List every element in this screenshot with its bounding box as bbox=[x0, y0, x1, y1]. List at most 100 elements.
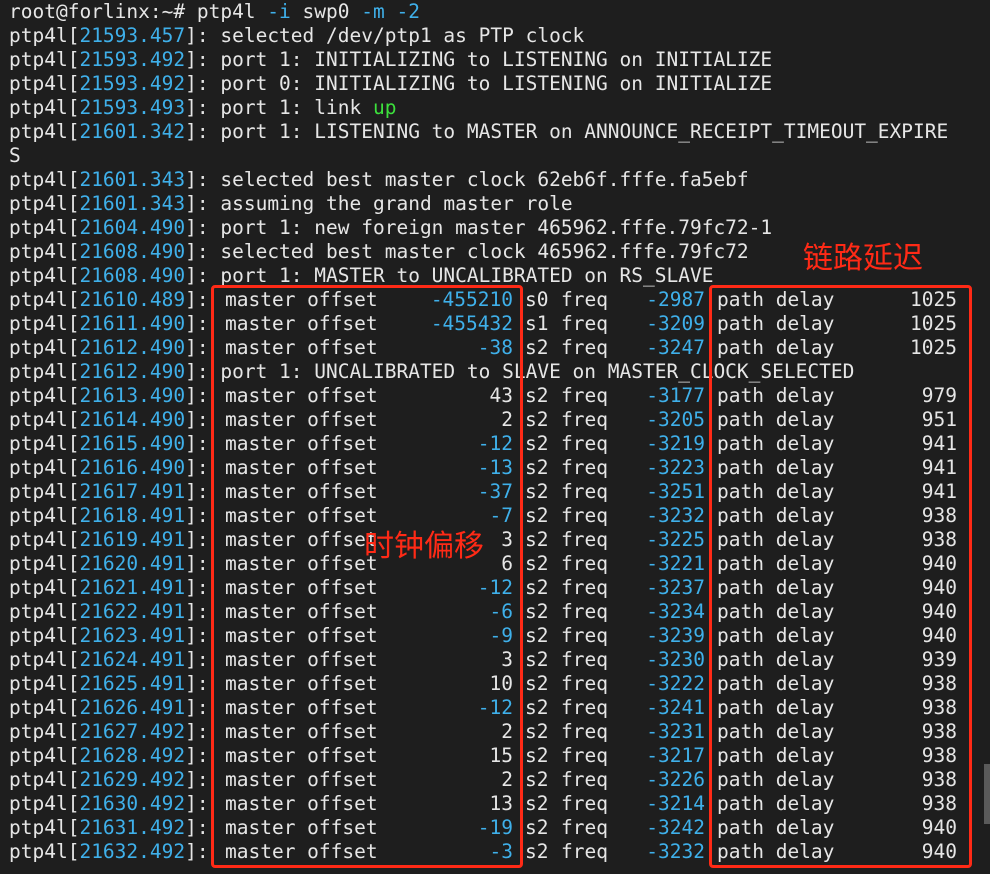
process-name: ptp4l bbox=[9, 840, 68, 863]
freq-label: freq bbox=[561, 336, 608, 359]
timestamp: 21626.491 bbox=[79, 696, 186, 719]
bracket-open: [ bbox=[67, 672, 80, 695]
path-delay-highlight-box bbox=[709, 285, 972, 868]
freq-label: freq bbox=[561, 456, 608, 479]
timestamp: 21617.491 bbox=[79, 480, 186, 503]
process-name: ptp4l bbox=[9, 192, 68, 215]
bracket-open: [ bbox=[67, 720, 80, 743]
freq-value: -3247 bbox=[646, 336, 705, 359]
servo-state: s2 bbox=[525, 504, 549, 527]
log-message: port 1: INITIALIZING to LISTENING on INI… bbox=[220, 48, 773, 71]
freq-label: freq bbox=[561, 384, 608, 407]
process-name: ptp4l bbox=[9, 384, 68, 407]
log-message: selected /dev/ptp1 as PTP clock bbox=[220, 24, 585, 47]
timestamp: 21614.490 bbox=[79, 408, 186, 431]
prompt-argument: -m bbox=[349, 0, 385, 23]
freq-label: freq bbox=[561, 816, 608, 839]
prompt-argument: -i bbox=[255, 0, 291, 23]
freq-label: freq bbox=[561, 696, 608, 719]
bracket-open: [ bbox=[67, 456, 80, 479]
bracket-open: [ bbox=[67, 624, 80, 647]
scrollbar-thumb[interactable] bbox=[984, 764, 990, 824]
bracket-open: [ bbox=[67, 384, 80, 407]
process-name: ptp4l bbox=[9, 432, 68, 455]
servo-state: s2 bbox=[525, 624, 549, 647]
process-name: ptp4l bbox=[9, 720, 68, 743]
freq-label: freq bbox=[561, 504, 608, 527]
timestamp: 21608.490 bbox=[79, 264, 186, 287]
freq-value: -3221 bbox=[646, 552, 705, 575]
freq-value: -3209 bbox=[646, 312, 705, 335]
timestamp: 21625.491 bbox=[79, 672, 186, 695]
freq-value: -3231 bbox=[646, 720, 705, 743]
log-line: ptp4l[21593.492]: port 0: INITIALIZING t… bbox=[9, 72, 984, 96]
timestamp: 21593.457 bbox=[79, 24, 186, 47]
bracket-open: [ bbox=[67, 432, 80, 455]
bracket-open: [ bbox=[67, 336, 80, 359]
freq-label: freq bbox=[561, 528, 608, 551]
servo-state: s2 bbox=[525, 600, 549, 623]
servo-state: s2 bbox=[525, 744, 549, 767]
log-line: ptp4l[21593.457]: selected /dev/ptp1 as … bbox=[9, 24, 984, 48]
freq-value: -3237 bbox=[646, 576, 705, 599]
log-message: selected best master clock 465962.fffe.7… bbox=[220, 240, 749, 263]
freq-value: -3225 bbox=[646, 528, 705, 551]
log-line: ptp4l[21601.343]: assuming the grand mas… bbox=[9, 192, 984, 216]
timestamp: 21621.491 bbox=[79, 576, 186, 599]
bracket-open: [ bbox=[67, 264, 80, 287]
servo-state: s2 bbox=[525, 648, 549, 671]
bracket-open: [ bbox=[67, 312, 80, 335]
servo-state: s2 bbox=[525, 432, 549, 455]
process-name: ptp4l bbox=[9, 576, 68, 599]
timestamp: 21620.491 bbox=[79, 552, 186, 575]
freq-label: freq bbox=[561, 720, 608, 743]
process-name: ptp4l bbox=[9, 528, 68, 551]
bracket-close: ]: bbox=[185, 72, 221, 95]
servo-state: s2 bbox=[525, 552, 549, 575]
freq-value: -3251 bbox=[646, 480, 705, 503]
freq-label: freq bbox=[561, 840, 608, 863]
process-name: ptp4l bbox=[9, 336, 68, 359]
timestamp: 21612.490 bbox=[79, 336, 186, 359]
freq-value: -3232 bbox=[646, 840, 705, 863]
freq-label: freq bbox=[561, 576, 608, 599]
servo-state: s2 bbox=[525, 576, 549, 599]
log-message: assuming the grand master role bbox=[220, 192, 573, 215]
timestamp: 21623.491 bbox=[79, 624, 186, 647]
process-name: ptp4l bbox=[9, 120, 68, 143]
process-name: ptp4l bbox=[9, 48, 68, 71]
timestamp: 21618.491 bbox=[79, 504, 186, 527]
freq-label: freq bbox=[561, 744, 608, 767]
bracket-open: [ bbox=[67, 648, 80, 671]
process-name: ptp4l bbox=[9, 408, 68, 431]
bracket-open: [ bbox=[67, 216, 80, 239]
bracket-open: [ bbox=[67, 792, 80, 815]
process-name: ptp4l bbox=[9, 816, 68, 839]
process-name: ptp4l bbox=[9, 552, 68, 575]
process-name: ptp4l bbox=[9, 744, 68, 767]
bracket-open: [ bbox=[67, 24, 80, 47]
path-delay-annotation: 链路延迟 bbox=[803, 241, 923, 276]
process-name: ptp4l bbox=[9, 696, 68, 719]
bracket-close: ]: bbox=[185, 24, 221, 47]
bracket-close: ]: bbox=[185, 168, 221, 191]
prompt-command: ptp4l bbox=[196, 0, 256, 23]
log-line-wrap: S bbox=[9, 144, 984, 168]
log-line: ptp4l[21593.492]: port 1: INITIALIZING t… bbox=[9, 48, 984, 72]
process-name: ptp4l bbox=[9, 240, 68, 263]
log-message: up bbox=[372, 96, 397, 119]
process-name: ptp4l bbox=[9, 648, 68, 671]
prompt-argument: -2 bbox=[384, 0, 420, 23]
timestamp: 21616.490 bbox=[79, 456, 186, 479]
freq-value: -3230 bbox=[646, 648, 705, 671]
freq-value: -3214 bbox=[646, 792, 705, 815]
freq-label: freq bbox=[561, 792, 608, 815]
freq-label: freq bbox=[561, 768, 608, 791]
bracket-close: ]: bbox=[185, 240, 221, 263]
shell-prompt-line: root@forlinx:~# ptp4l -i swp0 -m -2 bbox=[9, 0, 984, 24]
timestamp: 21632.492 bbox=[79, 840, 186, 863]
process-name: ptp4l bbox=[9, 456, 68, 479]
log-line: ptp4l[21604.490]: port 1: new foreign ma… bbox=[9, 216, 984, 240]
bracket-open: [ bbox=[67, 360, 80, 383]
servo-state: s2 bbox=[525, 840, 549, 863]
